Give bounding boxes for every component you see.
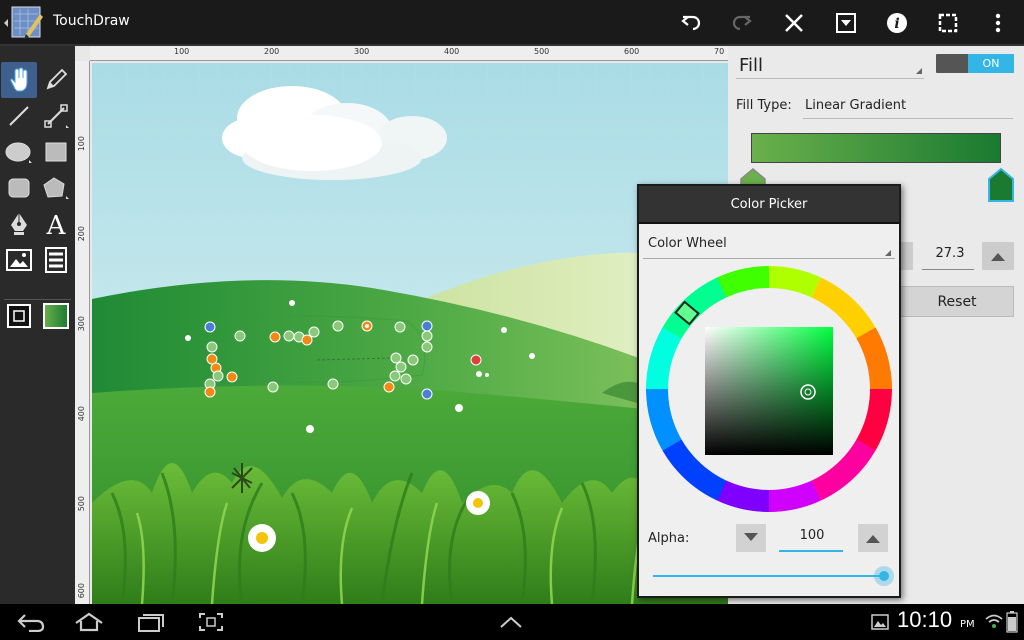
fill-section-title: Fill [739, 55, 764, 76]
battery-icon [1004, 610, 1020, 634]
picker-mode-underline [643, 258, 895, 259]
recent-apps-icon[interactable] [134, 610, 168, 634]
ruler-label: 500 [534, 47, 550, 56]
system-nav-bar [0, 604, 1024, 640]
fill-type-underline [803, 118, 1013, 119]
rectangle-tool[interactable] [38, 134, 74, 170]
ruler-label: 100 [174, 47, 190, 56]
stroke-color-swatch[interactable] [1, 298, 37, 334]
app-window: TouchDraw i A 100 200 300 400 500 600 70… [0, 0, 1024, 640]
svg-text:i: i [894, 16, 899, 32]
alpha-value-field[interactable]: 100 [781, 528, 843, 543]
horizontal-ruler: 100 200 300 400 500 600 70 [90, 46, 728, 61]
vertical-ruler: 100 200 300 400 500 600 [75, 61, 90, 604]
color-wheel[interactable] [646, 266, 892, 512]
reset-button[interactable]: Reset [900, 286, 1014, 317]
gallery-notification-icon[interactable] [870, 610, 890, 634]
dropdown-corner-icon [916, 68, 922, 74]
selection-icon[interactable] [932, 7, 964, 39]
angle-value-field[interactable]: 27.3 [928, 246, 972, 261]
polygon-tool[interactable] [38, 170, 74, 206]
clock-ampm: PM [960, 619, 975, 630]
alpha-slider-thumb[interactable] [874, 566, 894, 586]
info-icon[interactable]: i [881, 7, 913, 39]
ruler-label: 500 [77, 496, 86, 512]
ruler-label: 300 [77, 316, 86, 332]
ruler-label: 100 [77, 136, 86, 152]
screenshot-icon[interactable] [194, 610, 228, 634]
gradient-preview-bar[interactable] [751, 133, 1001, 163]
action-bar: TouchDraw i [0, 0, 1024, 46]
ruler-label: 200 [264, 47, 280, 56]
tool-palette: A [0, 46, 75, 604]
svg-text:A: A [46, 211, 67, 237]
clock-time: 10:10 [897, 607, 953, 632]
angle-increment-button[interactable] [982, 242, 1014, 270]
angle-field-underline [922, 269, 974, 270]
fill-color-swatch[interactable] [38, 298, 74, 334]
redo-icon[interactable] [726, 7, 758, 39]
undo-icon[interactable] [675, 7, 707, 39]
alpha-slider-track[interactable] [653, 575, 885, 577]
alpha-label: Alpha: [648, 531, 690, 546]
image-tool[interactable] [1, 242, 37, 278]
ruler-label: 600 [624, 47, 640, 56]
daisy-flower [466, 491, 490, 515]
drawing-canvas[interactable]: 100 200 300 400 500 600 70 100 200 300 4… [75, 46, 728, 604]
ruler-label: 200 [77, 226, 86, 242]
picker-mode-select[interactable]: Color Wheel [648, 236, 727, 251]
chevron-up-icon[interactable] [496, 610, 526, 634]
fill-dropdown-underline[interactable] [736, 78, 924, 79]
alpha-field-underline [779, 550, 843, 552]
connector-tool[interactable] [38, 98, 74, 134]
ruler-label: 600 [77, 583, 86, 599]
fill-type-select[interactable]: Linear Gradient [805, 98, 906, 113]
dropdown-corner-icon [885, 250, 891, 256]
daisy-flower [248, 524, 276, 552]
ellipse-tool[interactable] [1, 134, 37, 170]
chevron-up-icon [991, 253, 1005, 261]
pen-tool[interactable] [1, 206, 37, 242]
dropdown-menu-icon[interactable] [830, 7, 862, 39]
ruler-label: 400 [77, 406, 86, 422]
hand-pan-tool[interactable] [1, 62, 37, 98]
toggle-on-label: ON [968, 54, 1014, 73]
ruler-label: 400 [444, 47, 460, 56]
alpha-decrement-button[interactable] [736, 524, 766, 552]
fill-type-label: Fill Type: [736, 98, 792, 113]
back-icon[interactable] [14, 610, 48, 634]
ruler-label: 70 [714, 47, 725, 56]
color-picker-dialog: Color Picker Color Wheel Alpha: 100 [637, 184, 901, 598]
pencil-tool[interactable] [38, 62, 74, 98]
fill-toggle[interactable]: ON [936, 54, 1014, 73]
home-icon[interactable] [72, 610, 106, 634]
chevron-down-icon [744, 533, 758, 541]
gradient-stop-right[interactable] [987, 167, 1015, 207]
color-picker-title: Color Picker [639, 186, 899, 224]
alpha-increment-button[interactable] [858, 524, 888, 552]
chevron-up-icon [866, 535, 880, 543]
ruler-label: 300 [354, 47, 370, 56]
overflow-menu-icon[interactable] [982, 7, 1014, 39]
rounded-rectangle-tool[interactable] [1, 170, 37, 206]
table-tool[interactable] [38, 242, 74, 278]
landscape-drawing[interactable] [92, 63, 728, 604]
close-icon[interactable] [778, 7, 810, 39]
text-tool[interactable]: A [38, 206, 74, 242]
app-title: TouchDraw [53, 13, 130, 29]
touchdraw-app-icon[interactable] [2, 4, 46, 42]
wifi-icon [984, 610, 1004, 634]
line-tool[interactable] [1, 98, 37, 134]
